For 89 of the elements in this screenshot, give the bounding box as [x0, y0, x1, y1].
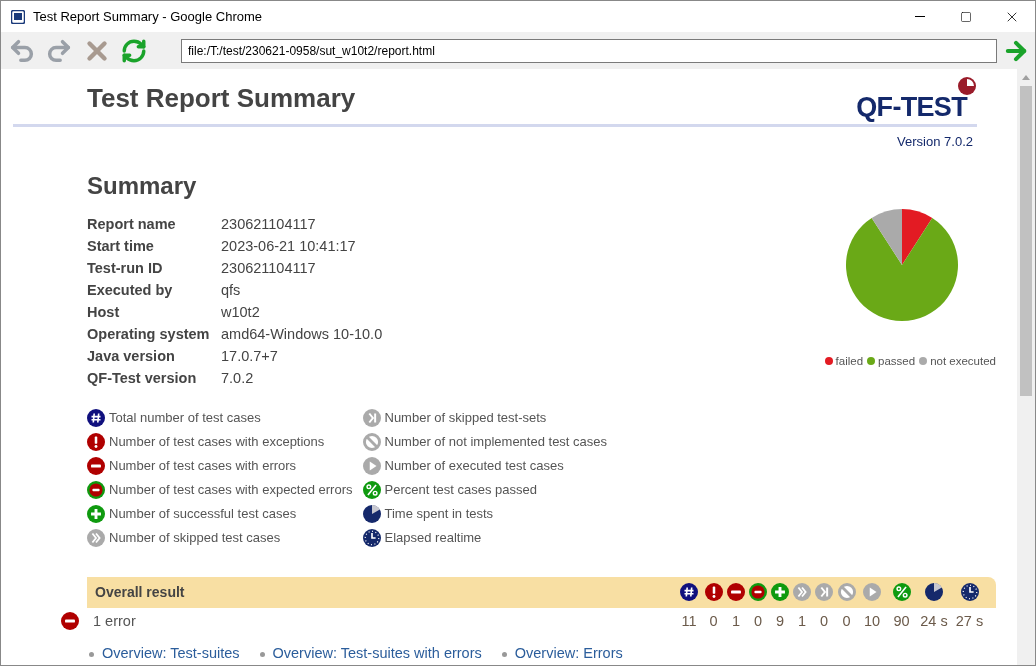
legend-text: Number of test cases with errors [109, 456, 297, 475]
field-value: qfs [221, 280, 241, 300]
result-count: 1 [731, 611, 741, 631]
result-count: 27 s [955, 611, 984, 631]
exclamation-icon [704, 583, 723, 602]
legend-label: not executed [930, 353, 996, 369]
hash-icon [87, 408, 105, 427]
field-label: Java version [87, 346, 176, 366]
field-label: Start time [87, 236, 155, 256]
percent-icon [892, 583, 911, 602]
field-value: 7.0.2 [221, 368, 254, 388]
version-label: Version 7.0.2 [897, 133, 973, 151]
prohibited-icon [362, 432, 381, 451]
skip-end-icon [815, 583, 833, 602]
scroll-up-icon[interactable] [1022, 75, 1030, 80]
clock-icon [362, 528, 381, 547]
pie-clock-icon [925, 583, 943, 602]
overview-link[interactable]: Overview: Test-suites [102, 643, 240, 665]
maximize-icon [960, 10, 972, 23]
field-label: Operating system [87, 324, 211, 344]
prohibited-icon [837, 583, 856, 602]
field-value: 17.0.7+7 [221, 346, 278, 366]
hash-icon [680, 583, 698, 602]
plus-icon [87, 504, 105, 523]
result-count: 90 [893, 611, 910, 631]
legend-text: Time spent in tests [384, 504, 494, 523]
result-count: 0 [819, 611, 829, 631]
field-label: QF-Test version [87, 368, 198, 388]
legend-text: Elapsed realtime [384, 528, 482, 547]
legend-text: Percent test cases passed [384, 480, 537, 499]
result-count: 24 s [920, 611, 948, 631]
refresh-icon [121, 37, 147, 64]
legend-text: Total number of test cases [109, 408, 261, 427]
result-count: 0 [753, 611, 763, 631]
legend-text: Number of test cases with expected errors [109, 480, 353, 499]
field-label: Executed by [87, 280, 174, 300]
result-count: 11 [681, 611, 697, 631]
minus-ring-icon [749, 583, 767, 602]
logo: QF-TEST [856, 76, 977, 122]
pie-clock-icon [362, 504, 381, 523]
field-label: Test-run ID [87, 258, 164, 278]
result-count: 9 [775, 611, 785, 631]
play-icon [863, 583, 881, 602]
legend-label: passed [878, 353, 916, 369]
legend-text: Number of test cases with exceptions [109, 432, 325, 451]
legend-text: Number of successful test cases [109, 504, 297, 523]
address-field[interactable]: file:/T:/test/230621-0958/sut_w10t2/report.html [181, 38, 997, 63]
bullet-icon [501, 651, 507, 657]
exclamation-icon [87, 432, 105, 451]
window-title: Test Report Summary - Google Chrome [33, 7, 263, 26]
minus-circle-icon [87, 456, 105, 475]
field-value: 230621104117 [221, 214, 316, 234]
legend-text: Number of skipped test-sets [384, 408, 547, 427]
field-value: 230621104117 [221, 258, 316, 278]
minus-circle-icon [61, 612, 79, 631]
field-label: Host [87, 302, 121, 322]
scrollbar-thumb[interactable] [1020, 86, 1032, 396]
field-value: w10t2 [221, 302, 260, 322]
overview-link[interactable]: Overview: Test-suites with errors [272, 643, 482, 665]
minimize-icon [915, 16, 925, 17]
minus-ring-icon [87, 480, 105, 499]
double-chevron-icon [87, 528, 105, 547]
plus-icon [771, 583, 789, 602]
field-value: 2023-06-21 10:41:17 [221, 236, 356, 256]
result-heading: Overall result [95, 582, 185, 602]
field-label: Report name [87, 214, 177, 234]
double-chevron-icon [793, 583, 811, 602]
minus-circle-icon [727, 583, 745, 602]
skip-end-icon [362, 408, 381, 427]
legend-label: failed [835, 353, 864, 369]
result-count: 0 [842, 611, 851, 631]
scrollbar[interactable] [1017, 69, 1035, 665]
play-icon [362, 456, 381, 475]
legend-text: Number of skipped test cases [109, 528, 281, 547]
result-count: 0 [709, 611, 718, 631]
page-title: Test Report Summary [87, 82, 356, 115]
percent-icon [362, 480, 381, 499]
result-status: 1 error [93, 611, 136, 631]
field-value: amd64-Windows 10-10.0 [221, 324, 383, 344]
section-heading: Summary [87, 170, 198, 201]
clock-icon [960, 583, 979, 602]
app-icon [11, 9, 25, 24]
overview-link[interactable]: Overview: Errors [514, 643, 623, 665]
result-count: 10 [863, 611, 881, 631]
result-count: 1 [797, 611, 807, 631]
bullet-icon [259, 651, 265, 657]
bullet-icon [89, 651, 94, 657]
legend-text: Number of not implemented test cases [384, 432, 608, 451]
legend-text: Number of executed test cases [384, 456, 564, 475]
